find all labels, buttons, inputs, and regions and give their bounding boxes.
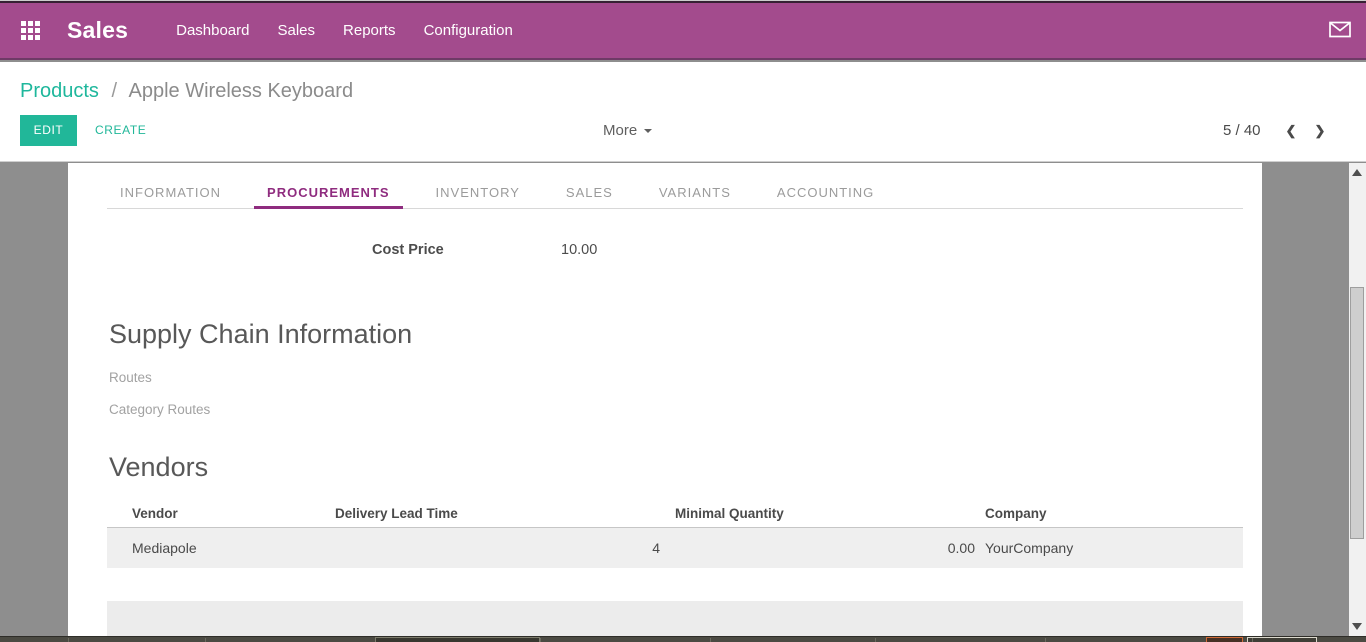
envelope-icon[interactable]	[1329, 21, 1351, 43]
tab-accounting[interactable]: ACCOUNTING	[764, 178, 887, 208]
tab-inventory[interactable]: INVENTORY	[423, 178, 533, 208]
breadcrumb-products-link[interactable]: Products	[20, 80, 99, 102]
taskbar-separator	[1252, 638, 1253, 642]
scrollbar-down-arrow-icon[interactable]	[1352, 623, 1362, 630]
notebook-tabs: INFORMATION PROCUREMENTS INVENTORY SALES…	[107, 178, 1243, 209]
column-header-company: Company	[975, 506, 1243, 521]
taskbar-separator	[68, 638, 69, 642]
column-header-delivery-lead-time: Delivery Lead Time	[310, 506, 660, 521]
content-area: INFORMATION PROCUREMENTS INVENTORY SALES…	[0, 163, 1366, 636]
taskbar-active-window-button[interactable]	[375, 637, 540, 642]
taskbar-highlighted-window-button[interactable]	[1206, 637, 1243, 642]
form-sheet: INFORMATION PROCUREMENTS INVENTORY SALES…	[68, 163, 1262, 636]
taskbar-separator	[875, 638, 876, 642]
scrollbar-thumb[interactable]	[1350, 287, 1364, 539]
column-header-vendor: Vendor	[107, 506, 310, 521]
app-name[interactable]: Sales	[67, 17, 128, 44]
record-pager: 5 / 40 ❮ ❯	[1223, 115, 1334, 146]
pager-previous-icon[interactable]: ❮	[1277, 123, 1306, 139]
taskbar-separator	[1045, 638, 1046, 642]
nav-item-sales[interactable]: Sales	[278, 22, 316, 39]
tab-procurements[interactable]: PROCUREMENTS	[254, 178, 403, 208]
nav-item-dashboard[interactable]: Dashboard	[176, 22, 249, 39]
breadcrumb-current-record: Apple Wireless Keyboard	[129, 80, 354, 102]
nav-menu: Dashboard Sales Reports Configuration	[176, 22, 513, 39]
vendors-table: Vendor Delivery Lead Time Minimal Quanti…	[107, 499, 1243, 568]
caret-down-icon	[644, 129, 652, 133]
vendor-table-row[interactable]: Mediapole 4 0.00 YourCompany	[107, 528, 1243, 568]
cell-minimal-quantity: 0.00	[660, 540, 975, 556]
cost-price-label: Cost Price	[372, 242, 561, 258]
tab-variants[interactable]: VARIANTS	[646, 178, 744, 208]
more-label: More	[603, 115, 637, 146]
create-button[interactable]: CREATE	[95, 115, 146, 146]
main-navbar: Sales Dashboard Sales Reports Configurat…	[0, 3, 1366, 60]
os-taskbar	[0, 636, 1366, 642]
breadcrumb: Products / Apple Wireless Keyboard	[20, 80, 353, 103]
routes-label: Routes	[109, 370, 152, 385]
edit-button[interactable]: EDIT	[20, 115, 77, 146]
taskbar-separator	[540, 638, 541, 642]
vendors-table-header: Vendor Delivery Lead Time Minimal Quanti…	[107, 499, 1243, 528]
apps-grid-icon[interactable]	[21, 21, 40, 40]
cell-company: YourCompany	[975, 540, 1243, 556]
control-panel: Products / Apple Wireless Keyboard EDIT …	[0, 62, 1366, 162]
nav-item-reports[interactable]: Reports	[343, 22, 396, 39]
cell-vendor: Mediapole	[107, 540, 310, 556]
supply-chain-section-title: Supply Chain Information	[109, 319, 412, 350]
vertical-scrollbar[interactable]	[1349, 163, 1366, 636]
tab-information[interactable]: INFORMATION	[107, 178, 234, 208]
taskbar-window-button[interactable]	[1247, 637, 1317, 642]
column-header-minimal-quantity: Minimal Quantity	[660, 506, 975, 521]
cell-delivery-lead-time: 4	[310, 540, 660, 556]
cost-price-field: Cost Price 10.00	[372, 242, 597, 258]
pager-next-icon[interactable]: ❯	[1305, 123, 1334, 139]
cost-price-value: 10.00	[561, 242, 597, 258]
nav-item-configuration[interactable]: Configuration	[424, 22, 513, 39]
category-routes-label: Category Routes	[109, 402, 210, 417]
taskbar-separator	[205, 638, 206, 642]
scrollbar-up-arrow-icon[interactable]	[1352, 169, 1362, 176]
pager-count[interactable]: 5 / 40	[1223, 122, 1261, 139]
breadcrumb-separator: /	[112, 80, 118, 102]
vendors-section-title: Vendors	[109, 452, 208, 483]
next-section-panel	[107, 601, 1243, 637]
tab-sales[interactable]: SALES	[553, 178, 626, 208]
more-dropdown-button[interactable]: More	[603, 115, 652, 146]
taskbar-separator	[710, 638, 711, 642]
